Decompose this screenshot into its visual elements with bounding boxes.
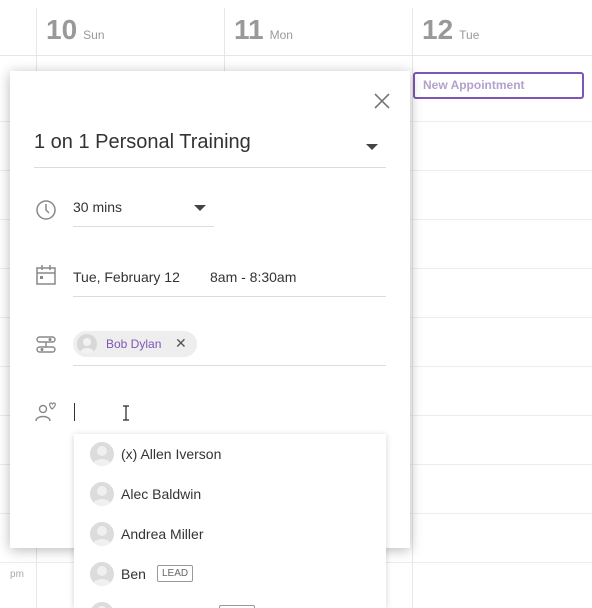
client-name: Andrea Miller	[121, 526, 204, 542]
day-name: Tue	[459, 28, 480, 42]
text-cursor-icon	[123, 405, 129, 421]
day-header-tue[interactable]: 12 Tue	[422, 14, 479, 50]
caret-down-icon	[194, 205, 206, 211]
client-name: (x) Allen Iverson	[121, 446, 222, 462]
caret-down-icon	[366, 144, 378, 150]
avatar-icon	[90, 522, 114, 546]
service-select[interactable]: 1 on 1 Personal Training	[34, 125, 386, 168]
calendar-icon	[36, 265, 56, 285]
clock-icon	[36, 200, 56, 220]
avatar-icon	[90, 562, 114, 586]
list-item[interactable]: Alec Baldwin	[74, 474, 386, 514]
list-item[interactable]: Andrea Miller	[74, 514, 386, 554]
day-header-sun[interactable]: 10 Sun	[46, 14, 105, 50]
datetime-field[interactable]: Tue, February 12 8am - 8:30am	[73, 263, 386, 297]
text-cursor	[74, 403, 75, 421]
staff-field[interactable]: Bob Dylan ✕	[73, 329, 386, 366]
avatar-icon	[90, 442, 114, 466]
client-dropdown: (x) Allen Iverson Alec Baldwin Andrea Mi…	[74, 434, 386, 608]
client-icon	[35, 402, 56, 422]
client-name: Ben	[121, 566, 146, 582]
remove-chip-icon[interactable]: ✕	[175, 335, 187, 351]
day-name: Sun	[83, 28, 105, 42]
list-item[interactable]: Ben LEAD	[74, 554, 386, 594]
close-icon[interactable]	[372, 91, 392, 111]
duration-select[interactable]: 30 mins	[73, 193, 214, 227]
day-number: 11	[234, 14, 264, 45]
date-value[interactable]: Tue, February 12	[73, 269, 180, 285]
time-range-value[interactable]: 8am - 8:30am	[210, 269, 296, 285]
list-item[interactable]	[74, 594, 386, 608]
lead-badge: LEAD	[157, 565, 194, 582]
client-input-overlay	[73, 399, 386, 427]
staff-name: Bob Dylan	[106, 337, 162, 351]
time-label: pm	[10, 569, 24, 580]
client-name: Alec Baldwin	[121, 486, 202, 502]
day-name: Mon	[269, 28, 293, 42]
avatar-icon	[90, 602, 114, 608]
new-appointment-event[interactable]: New Appointment	[413, 72, 584, 99]
avatar-icon	[77, 334, 97, 354]
day-header-mon[interactable]: 11 Mon	[234, 14, 293, 50]
avatar-icon	[90, 482, 114, 506]
staff-chip[interactable]: Bob Dylan ✕	[73, 331, 197, 357]
list-item[interactable]: (x) Allen Iverson	[74, 434, 386, 474]
day-number: 10	[46, 14, 78, 45]
day-number: 12	[422, 14, 454, 45]
staff-icon	[36, 336, 56, 353]
service-title: 1 on 1 Personal Training	[34, 131, 251, 153]
duration-value: 30 mins	[73, 199, 123, 215]
